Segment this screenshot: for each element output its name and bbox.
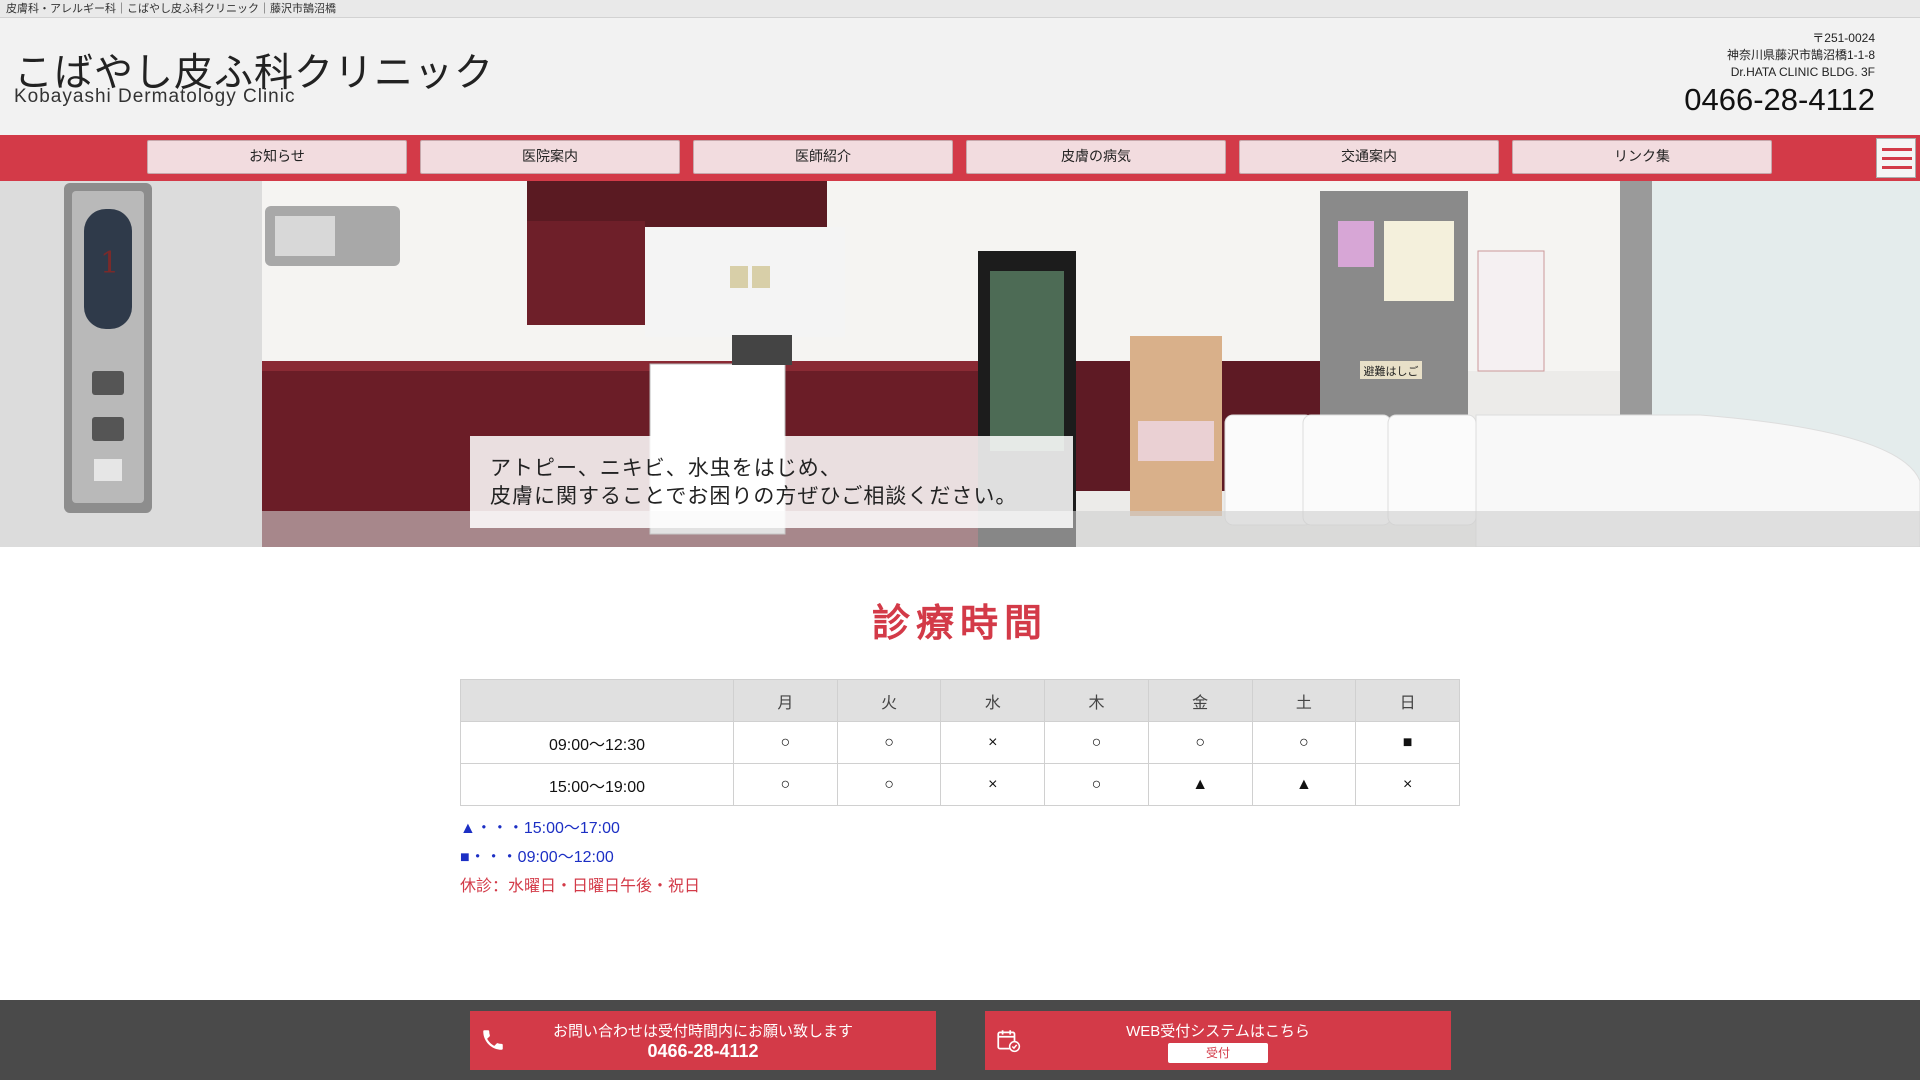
time-slot: 09:00～12:30 (460, 721, 734, 764)
nav-item-access[interactable]: 交通案内 (1239, 140, 1499, 174)
reception-button[interactable]: 受付 (1168, 1043, 1268, 1063)
hours-cell: × (940, 763, 1046, 806)
nav-item-doctor[interactable]: 医師紹介 (693, 140, 953, 174)
hours-cell: ○ (733, 721, 838, 764)
table-row: 15:00～19:00 ○ ○ × ○ ▲ ▲ × (460, 763, 1460, 806)
hours-cell: ○ (836, 763, 942, 806)
note-closed-days: 休診：水曜日・日曜日午後・祝日 (460, 878, 701, 895)
time-slot: 15:00～19:00 (460, 763, 734, 806)
day-header: 金 (1147, 679, 1253, 722)
nav-item-clinic-info[interactable]: 医院案内 (420, 140, 680, 174)
hero-caption-line-1: アトピー、ニキビ、水虫をはじめ、 (490, 456, 842, 480)
contact-line: お問い合わせは受付時間内にお願い致します (552, 1023, 853, 1040)
hours-cell: ○ (733, 763, 838, 806)
hours-cell: ■ (1355, 721, 1460, 764)
nav-item-links[interactable]: リンク集 (1512, 140, 1772, 174)
phone-icon (483, 1030, 503, 1050)
hours-cell: ▲ (1251, 763, 1357, 806)
building-line: Dr.HATA CLINIC BLDG. 3F (1730, 65, 1875, 79)
browser-title-strip: 皮膚科・アレルギー科｜こばやし皮ふ科クリニック｜藤沢市鵠沼橋 (0, 0, 1920, 18)
address-line: 神奈川県藤沢市鵠沼橋1-1-8 (1726, 48, 1875, 62)
hours-cell: × (1355, 763, 1460, 806)
main-nav: お知らせ 医院案内 医師紹介 皮膚の病気 交通案内 リンク集 (0, 135, 1920, 181)
logo-english[interactable]: Kobayashi Dermatology Clinic (14, 86, 295, 108)
hours-table: 月 火 水 木 金 土 日 09:00～12:30 ○ ○ × ○ ○ ○ ■ … (460, 679, 1460, 806)
nav-item-news[interactable]: お知らせ (147, 140, 407, 174)
hours-header-row: 月 火 水 木 金 土 日 (460, 679, 1460, 722)
hours-cell: ○ (1044, 721, 1149, 764)
hours-header-blank (460, 679, 734, 722)
hours-title: 診療時間 (871, 600, 1048, 645)
hamburger-icon[interactable] (1876, 138, 1916, 178)
hero-caption: アトピー、ニキビ、水虫をはじめ、 皮膚に関することでお困りの方ぜひご相談ください… (470, 436, 1073, 528)
day-header: 木 (1044, 679, 1149, 722)
day-header: 月 (733, 679, 838, 722)
hours-cell: ▲ (1147, 763, 1253, 806)
day-header: 日 (1355, 679, 1460, 722)
nav-item-skin-diseases[interactable]: 皮膚の病気 (966, 140, 1226, 174)
header-phone[interactable]: 0466-28-4112 (1684, 82, 1875, 118)
door-sign-text: 避難はしご (1364, 364, 1419, 378)
day-header: 火 (836, 679, 942, 722)
day-header: 土 (1251, 679, 1357, 722)
calendar-check-icon (997, 1030, 1021, 1053)
postal-code: 〒251-0024 (1812, 31, 1875, 45)
day-header: 水 (940, 679, 1046, 722)
svg-text:1: 1 (100, 246, 119, 281)
hours-cell: ○ (836, 721, 942, 764)
hours-cell: × (940, 721, 1046, 764)
web-reception-line: WEB受付システムはこちら (1126, 1023, 1310, 1040)
note-square: ■・・・09:00～12:00 (460, 849, 614, 866)
sticky-footer: お問い合わせは受付時間内にお願い致します 0466-28-4112 WEB受付シ… (0, 1000, 1920, 1080)
note-triangle: ▲・・・15:00～17:00 (460, 820, 620, 837)
clinic-address: 〒251-0024 神奈川県藤沢市鵠沼橋1-1-8 Dr.HATA CLINIC… (1727, 30, 1875, 81)
hours-cell: ○ (1044, 763, 1149, 806)
site-header: こばやし皮ふ科クリニック Kobayashi Dermatology Clini… (0, 18, 1920, 135)
hours-cell: ○ (1251, 721, 1357, 764)
contact-phone-number: 0466-28-4112 (647, 1041, 759, 1061)
hero-caption-line-2: 皮膚に関することでお困りの方ぜひご相談ください。 (490, 484, 1018, 508)
hours-cell: ○ (1147, 721, 1253, 764)
web-reception-button[interactable]: WEB受付システムはこちら 受付 (985, 1011, 1451, 1070)
table-row: 09:00～12:30 ○ ○ × ○ ○ ○ ■ (460, 721, 1460, 764)
hours-notes: ▲・・・15:00～17:00 ■・・・09:00～12:00 休診：水曜日・日… (460, 814, 700, 901)
contact-phone-button[interactable]: お問い合わせは受付時間内にお願い致します 0466-28-4112 (470, 1011, 936, 1070)
